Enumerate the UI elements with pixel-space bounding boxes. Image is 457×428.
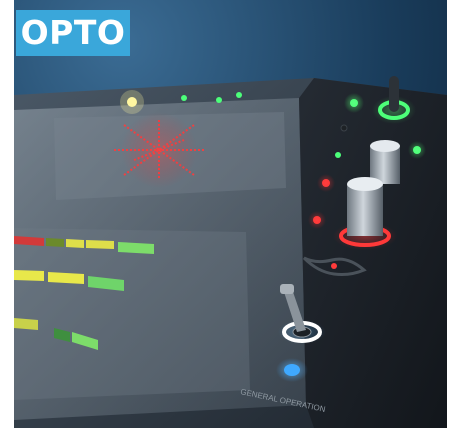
led-red-3 xyxy=(331,263,337,269)
led-green-top-2 xyxy=(216,97,222,103)
star-glow xyxy=(121,112,197,188)
led-red-1-glow xyxy=(317,174,335,192)
top-toggle-lever[interactable] xyxy=(389,76,399,112)
blue-push-button[interactable] xyxy=(276,358,308,382)
control-panel-photo: GENERAL OPERATION xyxy=(14,0,447,428)
led-green-top-1 xyxy=(181,95,187,101)
led-red-2-glow xyxy=(308,211,326,229)
control-strip xyxy=(299,78,447,428)
led-green-3-glow xyxy=(408,141,426,159)
led-yellow-glow xyxy=(120,90,144,114)
led-green-2 xyxy=(335,152,341,158)
small-knob[interactable] xyxy=(370,140,400,184)
led-green-1-glow xyxy=(344,93,364,113)
led-green-top-3 xyxy=(236,92,242,98)
led-off-1 xyxy=(340,124,348,132)
opto-badge: OPTO xyxy=(16,10,130,56)
photo-scene: GENERAL OPERATION xyxy=(14,0,447,428)
display-window-bottom xyxy=(14,228,250,400)
